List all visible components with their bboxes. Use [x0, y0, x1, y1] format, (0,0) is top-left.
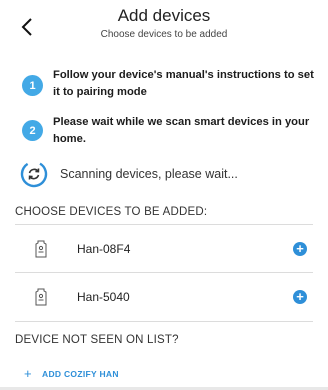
- header: Add devices Choose devices to be added: [0, 0, 328, 56]
- step-number-badge: 2: [22, 120, 43, 141]
- device-name: Han-5040: [77, 290, 130, 304]
- device-icon: [35, 240, 47, 258]
- device-icon: [35, 288, 47, 306]
- device-name: Han-08F4: [77, 242, 131, 256]
- refresh-icon: [20, 160, 48, 188]
- device-not-seen-label: DEVICE NOT SEEN ON LIST?: [15, 334, 179, 346]
- divider: [15, 321, 313, 322]
- device-row-han-08f4[interactable]: Han-08F4 +: [0, 226, 328, 272]
- page-subtitle: Choose devices to be added: [100, 29, 228, 40]
- step-text: Please wait while we scan smart devices …: [53, 116, 310, 145]
- device-row-han-5040[interactable]: Han-5040 +: [0, 274, 328, 320]
- page-title: Add devices: [117, 6, 211, 25]
- scanning-status: Scanning devices, please wait...: [20, 160, 320, 190]
- plus-icon: +: [24, 366, 32, 381]
- add-cozify-han-link[interactable]: + ADD COZIFY HAN: [24, 366, 119, 381]
- step-number-badge: 1: [22, 75, 43, 96]
- step-text: Follow your device's manual's instructio…: [53, 69, 314, 98]
- scanning-text: Scanning devices, please wait...: [60, 167, 238, 181]
- divider: [15, 224, 313, 225]
- plus-circle-icon[interactable]: +: [293, 290, 307, 304]
- plus-circle-icon[interactable]: +: [293, 242, 307, 256]
- choose-devices-label: CHOOSE DEVICES TO BE ADDED:: [15, 206, 208, 218]
- divider: [15, 272, 313, 273]
- add-link-label: ADD COZIFY HAN: [42, 369, 119, 379]
